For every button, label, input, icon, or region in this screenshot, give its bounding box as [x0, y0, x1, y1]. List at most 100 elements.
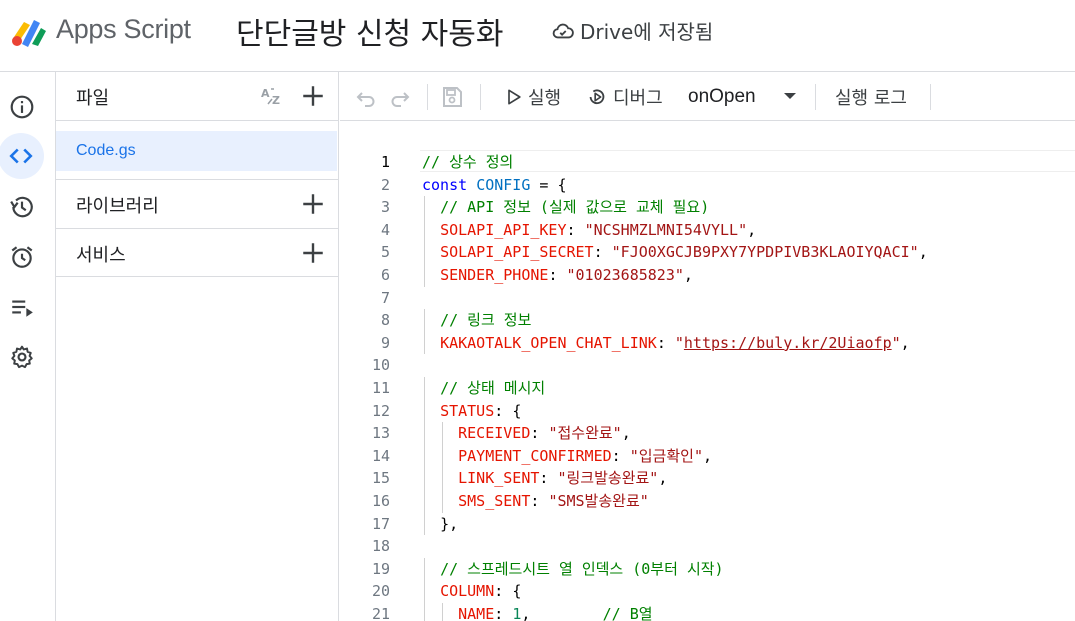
triggers-button[interactable]	[0, 235, 44, 279]
overview-button[interactable]	[0, 85, 44, 129]
cloud-done-icon	[552, 23, 574, 38]
line-number: 4	[380, 220, 390, 239]
code-editor[interactable]: 1 2 3 4 5 6 7 8 9 10 11 12 13 14 15 16 17 18 19 20 21 // 상수 …	[340, 122, 1075, 621]
indent-guide	[424, 309, 425, 332]
line-number: 18	[371, 537, 390, 556]
code-line[interactable]: SOLAPI_API_KEY: "NCSHMZLMNI54VYLL",	[422, 218, 1072, 242]
indent-guide	[424, 263, 425, 287]
debug-label: 디버그	[613, 87, 663, 109]
code-line[interactable]: // 상태 메시지	[422, 376, 1072, 400]
code-line[interactable]: SOLAPI_API_SECRET: "FJO0XGCJB9PXY7YPDPIV…	[422, 241, 1072, 264]
settings-button[interactable]	[0, 335, 44, 379]
save-button[interactable]	[440, 72, 464, 121]
run-label: 실행	[528, 87, 562, 109]
libraries-label: 라이브러리	[76, 196, 159, 217]
indent-guide	[424, 196, 425, 219]
indent-guide	[424, 580, 425, 603]
code-icon	[9, 148, 33, 164]
redo-button[interactable]	[388, 72, 412, 121]
file-item-code-gs[interactable]: Code.gs	[56, 131, 337, 171]
indent-guide	[424, 376, 425, 400]
toolbar-divider	[815, 84, 816, 110]
code-line[interactable]: LINK_SENT: "링크발송완료",	[422, 467, 1072, 490]
undo-icon	[356, 91, 375, 107]
save-status: Drive에 저장됨	[552, 16, 713, 45]
line-number: 14	[371, 446, 390, 465]
line-number: 7	[380, 288, 390, 307]
line-number-gutter: 1 2 3 4 5 6 7 8 9 10 11 12 13 14 15 16 17 18 19 20 21	[340, 151, 390, 621]
code-line[interactable]: // 스프레드시트 열 인덱스 (0부터 시작)	[422, 557, 1072, 581]
history-icon	[10, 196, 33, 218]
indent-guide	[424, 399, 425, 423]
code-line[interactable]: // 링크 정보	[422, 309, 1072, 332]
line-number: 9	[380, 333, 390, 352]
indent-guide	[424, 218, 425, 242]
line-number: 20	[371, 582, 390, 601]
indent-guide	[424, 489, 425, 513]
line-number: 16	[371, 491, 390, 510]
run-button[interactable]: 실행	[504, 72, 561, 121]
code-line[interactable]: COLUMN: {	[422, 580, 1072, 603]
line-number: 3	[380, 198, 390, 217]
code-line[interactable]: const CONFIG = {	[422, 174, 1072, 197]
toolbar-divider	[930, 84, 931, 110]
code-line[interactable]	[422, 535, 1072, 558]
code-line[interactable]: // 상수 정의	[422, 151, 1072, 174]
alarm-icon	[11, 246, 33, 268]
add-file-icon[interactable]	[300, 83, 326, 109]
file-name: Code.gs	[76, 142, 136, 159]
versions-button[interactable]	[0, 185, 44, 229]
indent-guide	[424, 467, 425, 490]
svg-text:Z: Z	[272, 94, 280, 107]
line-number: 15	[371, 469, 390, 488]
add-service-icon[interactable]	[300, 240, 326, 266]
indent-guide	[424, 241, 425, 264]
function-select[interactable]: onOpen	[688, 72, 800, 121]
add-library-icon[interactable]	[300, 191, 326, 217]
code-line[interactable]: SMS_SENT: "SMS발송완료"	[422, 489, 1072, 513]
execution-log-button[interactable]: 실행 로그	[835, 72, 907, 121]
indent-guide	[442, 602, 444, 621]
code-line[interactable]: RECEIVED: "접수완료",	[422, 422, 1072, 445]
play-icon	[508, 89, 521, 104]
app-name[interactable]: Apps Script	[56, 14, 191, 45]
code-line[interactable]	[422, 287, 1072, 310]
indent-guide	[424, 512, 425, 536]
debug-icon	[589, 88, 605, 104]
line-number: 10	[371, 356, 390, 375]
save-icon	[443, 86, 462, 107]
toolbar-divider	[480, 84, 481, 110]
indent-guide	[424, 444, 425, 468]
code-line[interactable]: STATUS: {	[422, 399, 1072, 423]
code-line[interactable]: PAYMENT_CONFIRMED: "입금확인",	[422, 444, 1072, 468]
indent-guide	[442, 444, 444, 468]
gear-icon	[11, 345, 33, 369]
indent-guide	[442, 467, 444, 490]
line-number: 12	[371, 401, 390, 420]
code-line[interactable]: },	[422, 512, 1072, 536]
editor-toolbar: 실행 디버그 onOpen 실행 로그	[340, 72, 1075, 121]
line-number: 13	[371, 424, 390, 443]
line-number: 1	[380, 153, 390, 171]
line-number: 2	[380, 175, 390, 194]
sort-az-icon[interactable]: A Z	[260, 85, 288, 107]
indent-guide	[424, 602, 425, 621]
code-line[interactable]	[422, 354, 1072, 377]
project-title[interactable]: 단단글방 신청 자동화	[236, 9, 503, 53]
toolbar-divider	[427, 84, 428, 110]
code-line[interactable]: KAKAOTALK_OPEN_CHAT_LINK: "https://buly.…	[422, 331, 1072, 355]
code-line[interactable]: // API 정보 (실제 값으로 교체 필요)	[422, 196, 1072, 219]
indent-guide	[424, 331, 425, 355]
undo-button[interactable]	[354, 72, 378, 121]
debug-button[interactable]: 디버그	[586, 72, 663, 121]
code-content[interactable]: // 상수 정의 const CONFIG = { // API 정보 (실제 값…	[422, 151, 1072, 621]
apps-script-logo[interactable]	[8, 14, 48, 48]
chevron-down-icon	[784, 93, 796, 99]
executions-button[interactable]	[0, 285, 44, 329]
files-panel: 파일 A Z Code.gs 라이브러리 서비스	[56, 72, 339, 621]
code-line[interactable]: SENDER_PHONE: "01023685823",	[422, 263, 1072, 287]
editor-button[interactable]	[0, 133, 44, 179]
files-header: 파일 A Z	[56, 72, 338, 121]
code-line[interactable]: NAME: 1, // B열	[422, 602, 1072, 621]
line-number: 5	[380, 243, 390, 262]
